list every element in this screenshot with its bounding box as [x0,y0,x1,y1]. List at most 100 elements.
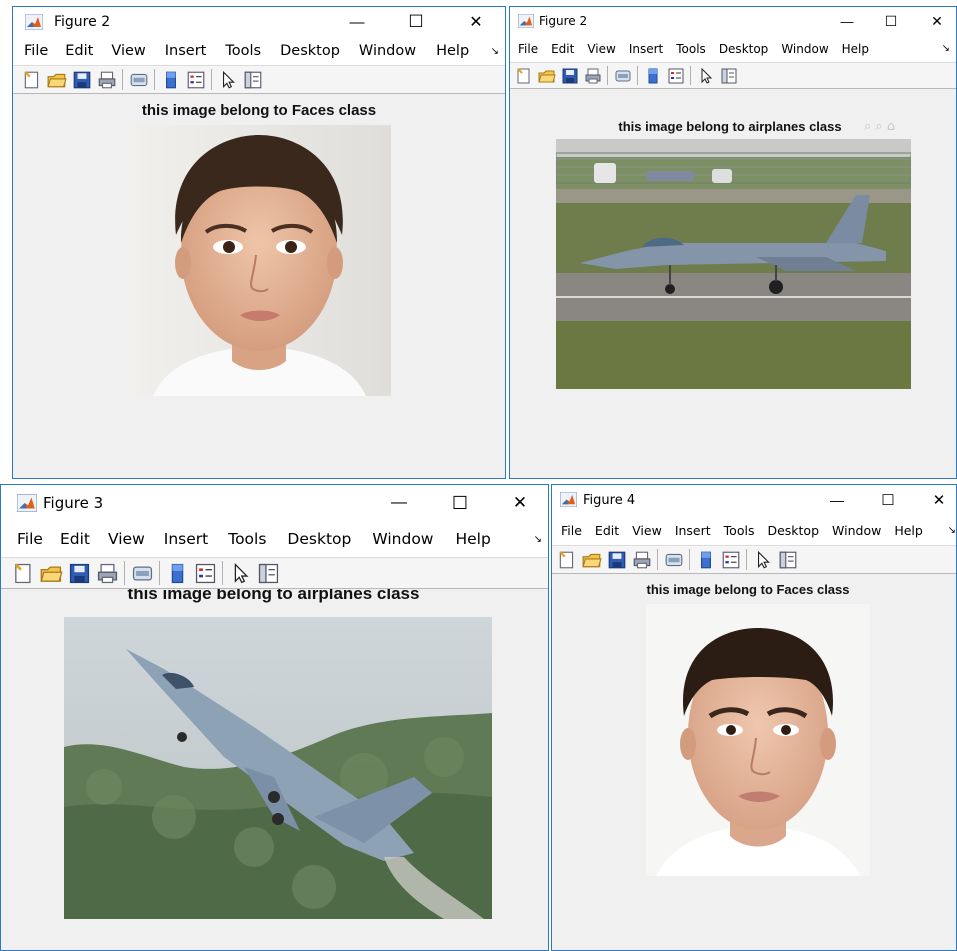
matlab-logo-icon [17,494,37,512]
link-plot-icon[interactable] [126,69,151,91]
colorbar-icon[interactable] [693,549,718,571]
menu-view[interactable]: View [587,42,615,56]
print-icon[interactable] [629,549,654,571]
colorbar-icon[interactable] [163,561,191,586]
menu-help[interactable]: Help [455,530,490,548]
menu-view[interactable]: View [632,523,662,538]
new-figure-icon[interactable] [512,66,535,86]
menu-window[interactable]: Window [359,43,416,59]
menu-edit[interactable]: Edit [60,530,90,548]
legend-icon[interactable] [718,549,743,571]
menu-edit[interactable]: Edit [551,42,574,56]
menu-help[interactable]: Help [894,523,923,538]
pointer-icon[interactable] [215,69,240,91]
toolbar-separator [159,561,160,585]
maximize-button[interactable]: ☐ [876,7,906,35]
legend-icon[interactable] [664,66,687,86]
print-icon[interactable] [93,561,121,586]
menu-help[interactable]: Help [842,42,869,56]
menu-file[interactable]: File [518,42,538,56]
menu-file[interactable]: File [24,43,48,59]
new-figure-icon[interactable] [9,561,37,586]
menu-insert[interactable]: Insert [629,42,663,56]
maximize-button[interactable]: ☐ [873,485,903,515]
menu-edit[interactable]: Edit [595,523,619,538]
menu-overflow-icon[interactable]: ↘ [948,525,956,536]
link-plot-icon[interactable] [611,66,634,86]
legend-icon[interactable] [183,69,208,91]
menu-tools[interactable]: Tools [676,42,706,56]
menu-desktop[interactable]: Desktop [287,530,351,548]
save-icon[interactable] [558,66,581,86]
open-file-icon[interactable] [44,69,69,91]
matlab-logo-icon [518,14,534,28]
minimize-button[interactable]: — [822,485,852,515]
colorbar-icon[interactable] [641,66,664,86]
pointer-icon[interactable] [694,66,717,86]
menu-overflow-icon[interactable]: ↘ [942,43,950,54]
menu-window[interactable]: Window [781,42,828,56]
minimize-button[interactable]: — [832,7,862,35]
property-inspector-icon[interactable] [717,66,740,86]
property-inspector-icon[interactable] [254,561,282,586]
close-button[interactable]: ✕ [922,7,952,35]
legend-icon[interactable] [191,561,219,586]
menu-tools[interactable]: Tools [225,43,261,59]
toolbar-separator [222,561,223,585]
menu-window[interactable]: Window [832,523,881,538]
menu-desktop[interactable]: Desktop [280,43,340,59]
close-button[interactable]: ✕ [924,485,954,515]
link-plot-icon[interactable] [128,561,156,586]
open-file-icon[interactable] [37,561,65,586]
print-icon[interactable] [94,69,119,91]
pointer-icon[interactable] [750,549,775,571]
menu-edit[interactable]: Edit [65,43,93,59]
menu-overflow-icon[interactable]: ↘ [491,46,499,57]
title-bar[interactable]: Figure 2 — ☐ ✕ [13,7,505,37]
axes-toolbar-icons[interactable]: ⌕ ⌕ ⌂ [864,119,895,134]
new-figure-icon[interactable] [19,69,44,91]
menu-view[interactable]: View [108,530,145,548]
property-inspector-icon[interactable] [775,549,800,571]
close-button[interactable]: ✕ [502,485,538,521]
toolbar-separator [657,549,658,570]
save-icon[interactable] [65,561,93,586]
save-icon[interactable] [69,69,94,91]
matlab-logo-icon [560,492,577,507]
menu-tools[interactable]: Tools [228,530,266,548]
title-bar[interactable]: Figure 4 — ☐ ✕ [552,485,956,515]
menu-desktop[interactable]: Desktop [719,42,769,56]
maximize-button[interactable]: ☐ [442,485,478,521]
menu-insert[interactable]: Insert [164,530,208,548]
menu-file[interactable]: File [561,523,582,538]
colorbar-icon[interactable] [158,69,183,91]
figure-canvas: this image belong to airplanes class [1,589,548,950]
property-inspector-icon[interactable] [240,69,265,91]
new-figure-icon[interactable] [554,549,579,571]
open-file-icon[interactable] [579,549,604,571]
save-icon[interactable] [604,549,629,571]
title-bar[interactable]: Figure 3 — ☐ ✕ [1,485,548,521]
minimize-button[interactable]: — [381,485,417,521]
menu-file[interactable]: File [17,530,43,548]
close-button[interactable]: ✕ [458,7,494,37]
print-icon[interactable] [581,66,604,86]
menu-bar: File Edit View Insert Tools Desktop Wind… [1,521,548,557]
open-file-icon[interactable] [535,66,558,86]
jet-climbing-photo [64,617,492,919]
title-bar[interactable]: Figure 2 — ☐ ✕ [510,7,956,35]
menu-insert[interactable]: Insert [165,43,207,59]
menu-view[interactable]: View [111,43,145,59]
menu-desktop[interactable]: Desktop [767,523,819,538]
menu-bar: File Edit View Insert Tools Desktop Wind… [13,37,505,65]
pointer-icon[interactable] [226,561,254,586]
menu-tools[interactable]: Tools [724,523,755,538]
menu-help[interactable]: Help [436,43,469,59]
maximize-button[interactable]: ☐ [398,7,434,37]
menu-overflow-icon[interactable]: ↘ [534,534,542,545]
menu-window[interactable]: Window [372,530,433,548]
link-plot-icon[interactable] [661,549,686,571]
menu-insert[interactable]: Insert [675,523,711,538]
minimize-button[interactable]: — [339,7,375,37]
axes-title: this image belong to Faces class [141,102,377,119]
